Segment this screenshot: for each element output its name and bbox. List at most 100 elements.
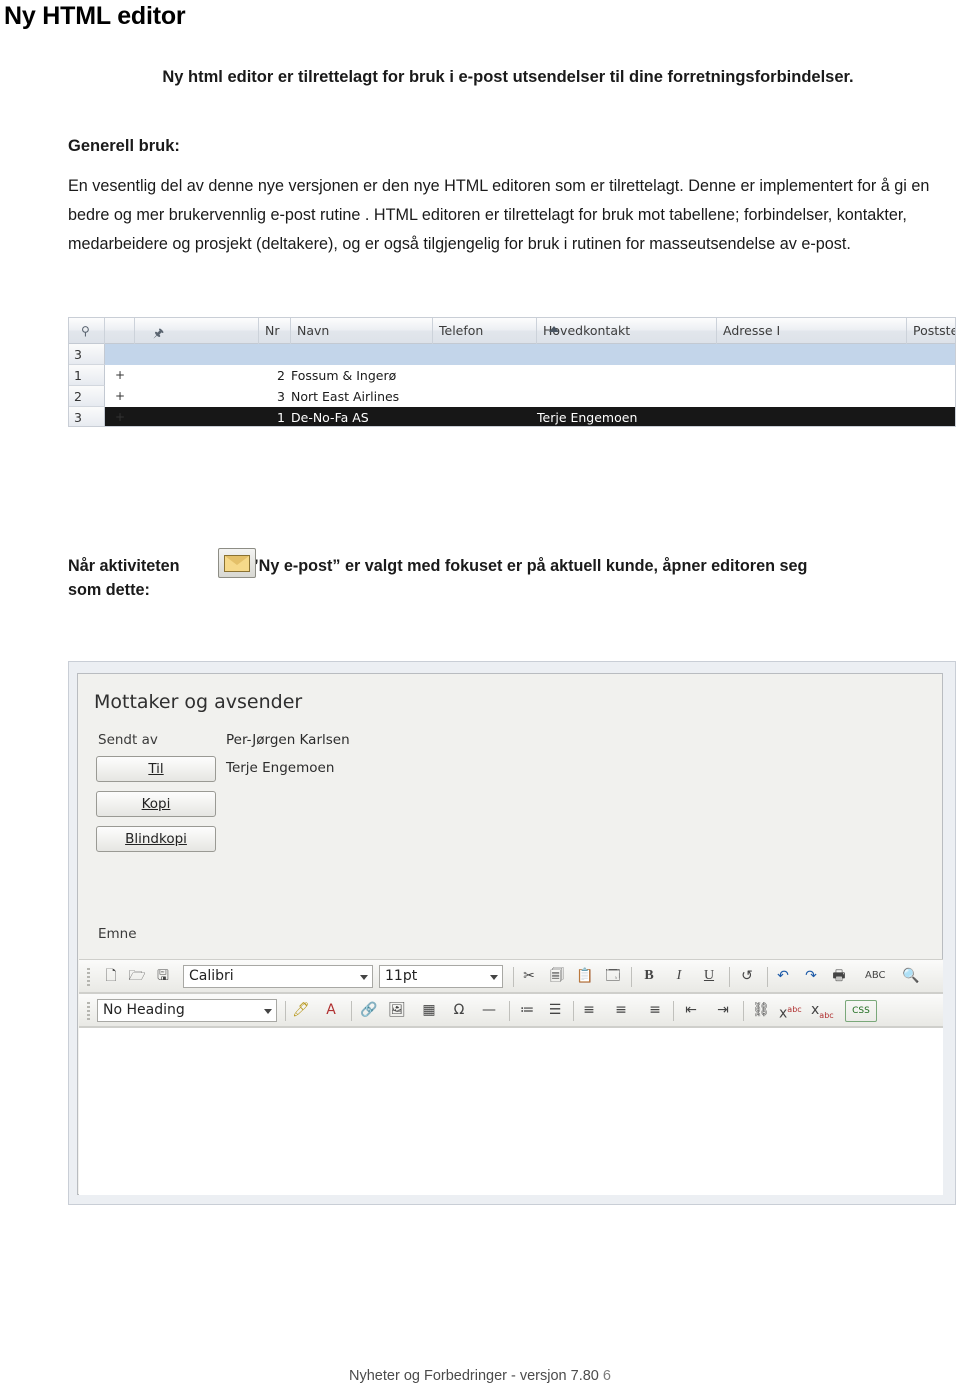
font-family-select[interactable]: Calibri: [183, 965, 373, 988]
align-left-icon[interactable]: ≡: [579, 1000, 599, 1020]
superscript-icon[interactable]: xabc: [779, 1000, 802, 1022]
footer-text: Nyheter og Forbedringer - versjon 7.80: [349, 1368, 599, 1384]
chevron-down-icon[interactable]: [490, 975, 498, 980]
insert-link-icon[interactable]: 🔗: [359, 1000, 379, 1020]
table-row[interactable]: 3: [69, 344, 955, 365]
numbered-list-icon[interactable]: ≔: [517, 1000, 537, 1020]
row-number: 2: [69, 386, 105, 407]
font-family-value: Calibri: [189, 968, 234, 984]
editor-window: Mottaker og avsender Sendt av Per-Jørgen…: [77, 673, 943, 1195]
grid-header-cell-adresse[interactable]: Adresse I: [717, 318, 907, 344]
document-page: Ny HTML editor Ny html editor er tilrett…: [0, 0, 960, 1396]
cell-navn: De-No-Fa AS: [291, 410, 369, 425]
bulleted-list-icon[interactable]: ☰: [545, 1000, 565, 1020]
sent-by-label: Sendt av: [98, 732, 158, 748]
cell-nr: [259, 344, 285, 365]
undo-icon[interactable]: ↶: [773, 966, 793, 986]
blind-copy-button[interactable]: Blindkopi: [96, 826, 216, 852]
print-icon[interactable]: 🖶: [829, 966, 849, 986]
table-row[interactable]: 1 + 2 Fossum & Ingerø: [69, 365, 955, 386]
bold-icon[interactable]: B: [639, 966, 659, 986]
subscript-icon[interactable]: xabc: [811, 1000, 834, 1020]
special-character-icon[interactable]: Ω: [449, 1000, 469, 1020]
save-icon[interactable]: 🖫: [153, 966, 173, 986]
subject-label: Emne: [98, 926, 137, 942]
row-expand-toggle[interactable]: +: [105, 386, 135, 407]
section-heading: Generell bruk:: [68, 137, 180, 155]
align-right-icon[interactable]: ≡: [645, 1000, 665, 1020]
sent-by-value: Per-Jørgen Karlsen: [226, 732, 350, 748]
grid-header-cell-nr[interactable]: Nr: [259, 318, 291, 344]
chevron-down-icon[interactable]: [264, 1009, 272, 1014]
toolbar-grip-handle[interactable]: [87, 968, 90, 986]
grid-screenshot: Nr Navn Telefon Hovedkontakt Adresse I P…: [68, 317, 956, 427]
paste-icon[interactable]: 📋: [575, 966, 595, 986]
redo-icon[interactable]: ↷: [801, 966, 821, 986]
editor-toolbar-row2: No Heading 🖊 A 🔗 🖼 ▦ Ω — ≔ ☰ ≡ ≡ ≡ ⇤ ⇥ ⛓…: [79, 993, 943, 1027]
insert-table-icon[interactable]: ▦: [419, 1000, 439, 1020]
find-replace-icon[interactable]: 🔍: [901, 966, 921, 986]
open-folder-icon[interactable]: 🗁: [127, 966, 147, 986]
filter-icon[interactable]: ⚲: [81, 324, 90, 338]
cut-scissors-icon[interactable]: ✂: [519, 966, 539, 986]
new-document-icon[interactable]: 🗋: [101, 966, 121, 986]
sort-ascending-icon: [549, 326, 559, 332]
editor-content-area[interactable]: [79, 1027, 943, 1195]
editor-toolbar-row1: 🗋 🗁 🖫 Calibri 11pt ✂ 🗐 📋 🗔 B I U ↺ ↶ ↷ 🖶…: [79, 959, 943, 993]
increase-indent-icon[interactable]: ⇥: [713, 1000, 733, 1020]
row-expand-toggle[interactable]: +: [105, 365, 135, 386]
mid-text-before: Når aktiviteten: [68, 557, 180, 575]
table-row[interactable]: 3 + 1 De-No-Fa AS Terje Engemoen: [69, 407, 955, 426]
clear-formatting-icon[interactable]: ↺: [737, 966, 757, 986]
css-icon[interactable]: CSS: [845, 1000, 877, 1022]
text-color-icon[interactable]: A: [321, 1000, 341, 1020]
table-row[interactable]: 2 + 3 Nort East Airlines: [69, 386, 955, 407]
grid-header-cell-hovedkontakt[interactable]: Hovedkontakt: [537, 318, 717, 344]
editor-screenshot: Mottaker og avsender Sendt av Per-Jørgen…: [68, 661, 956, 1205]
align-center-icon[interactable]: ≡: [611, 1000, 631, 1020]
chevron-down-icon[interactable]: [360, 975, 368, 980]
grid-header-row: Nr Navn Telefon Hovedkontakt Adresse I P…: [69, 318, 955, 344]
page-footer: Nyheter og Forbedringer - versjon 7.80 6: [0, 1368, 960, 1384]
copy-button[interactable]: Kopi: [96, 791, 216, 817]
to-value[interactable]: Terje Engemoen: [226, 760, 334, 776]
cell-navn: Nort East Airlines: [291, 389, 400, 404]
grid-header-cell-telefon[interactable]: Telefon: [433, 318, 537, 344]
row-expand-toggle[interactable]: +: [105, 407, 135, 426]
paste-special-icon[interactable]: 🗔: [603, 966, 623, 986]
copy-icon[interactable]: 🗐: [547, 966, 567, 986]
horizontal-rule-icon[interactable]: —: [479, 1000, 499, 1020]
mid-paragraph-line2: som dette:: [68, 581, 150, 599]
cell-nr: 2: [277, 368, 285, 383]
footer-page-number: 6: [602, 1368, 611, 1384]
insert-image-icon[interactable]: 🖼: [387, 1000, 407, 1020]
underline-icon[interactable]: U: [699, 966, 719, 986]
row-number: 3: [69, 407, 105, 426]
editor-section-title: Mottaker og avsender: [94, 691, 303, 713]
cell-navn: Fossum & Ingerø: [291, 368, 397, 383]
italic-icon[interactable]: I: [669, 966, 689, 986]
grid-header-cell-poststed[interactable]: Poststed: [907, 318, 955, 344]
highlighter-icon[interactable]: 🖊: [291, 1000, 311, 1020]
heading-style-select[interactable]: No Heading: [97, 999, 277, 1022]
to-button[interactable]: Til: [96, 756, 216, 782]
font-size-select[interactable]: 11pt: [379, 965, 503, 988]
attachment-icon[interactable]: 🖈: [153, 324, 164, 345]
cell-hovedkontakt: Terje Engemoen: [537, 410, 638, 425]
grid-header-cell-expand: [105, 318, 135, 344]
cell-nr: 3: [277, 389, 285, 404]
page-title: Ny HTML editor: [4, 2, 186, 30]
heading-style-value: No Heading: [103, 1002, 185, 1018]
grid-header-cell-navn[interactable]: Navn: [291, 318, 433, 344]
new-email-icon: [218, 548, 256, 578]
toolbar-grip-handle[interactable]: [87, 1002, 90, 1020]
cell-nr: 1: [277, 410, 285, 425]
document-subtitle: Ny html editor er tilrettelagt for bruk …: [162, 68, 854, 86]
body-paragraph: En vesentlig del av denne nye versjonen …: [68, 177, 930, 253]
remove-link-icon[interactable]: ⛓: [751, 1000, 771, 1020]
spellcheck-icon[interactable]: ABC: [865, 966, 886, 986]
row-expand-toggle[interactable]: [105, 344, 135, 365]
mid-paragraph: Når aktiviteten ”Ny e-post” er valgt med…: [68, 552, 954, 581]
decrease-indent-icon[interactable]: ⇤: [681, 1000, 701, 1020]
mid-text-after: ”Ny e-post” er valgt med fokuset er på a…: [250, 557, 808, 575]
